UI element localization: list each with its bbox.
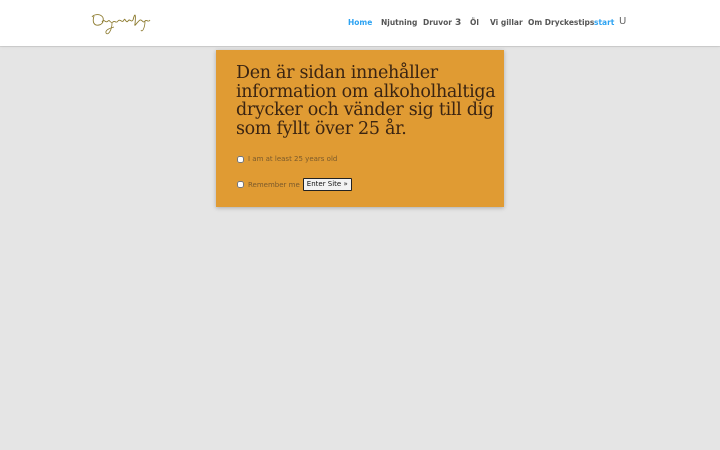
enter-site-button[interactable]: Enter Site » [302, 178, 352, 191]
chevron-down-icon: 3 [455, 18, 462, 28]
remember-me-checkbox[interactable] [237, 181, 244, 188]
remember-row: Remember me Enter Site » [237, 178, 352, 191]
nav-start[interactable]: start [594, 18, 614, 28]
nav-om-dryckestips[interactable]: Om Dryckestips [528, 18, 594, 28]
age-gate-box: Den är sidan innehåller information om a… [216, 50, 504, 207]
age-confirm-row: I am at least 25 years old [237, 155, 337, 163]
nav-druvor[interactable]: Druvor 3 [423, 18, 461, 28]
search-icon[interactable]: U [619, 16, 626, 27]
nav-njutning[interactable]: Njutning [381, 18, 417, 28]
age-gate-title: Den är sidan innehåller information om a… [236, 63, 496, 139]
main-nav: Home Njutning Druvor 3 Öl Vi gillar Om Dr… [0, 0, 720, 46]
nav-druvor-label: Druvor [423, 18, 453, 27]
nav-home[interactable]: Home [348, 18, 372, 28]
site-header: Home Njutning Druvor 3 Öl Vi gillar Om Dr… [0, 0, 720, 46]
age-confirm-label: I am at least 25 years old [248, 155, 338, 163]
nav-ol[interactable]: Öl [470, 18, 479, 28]
nav-vi-gillar[interactable]: Vi gillar [490, 18, 523, 28]
remember-me-label: Remember me [248, 180, 300, 189]
age-confirm-checkbox[interactable] [237, 155, 244, 163]
